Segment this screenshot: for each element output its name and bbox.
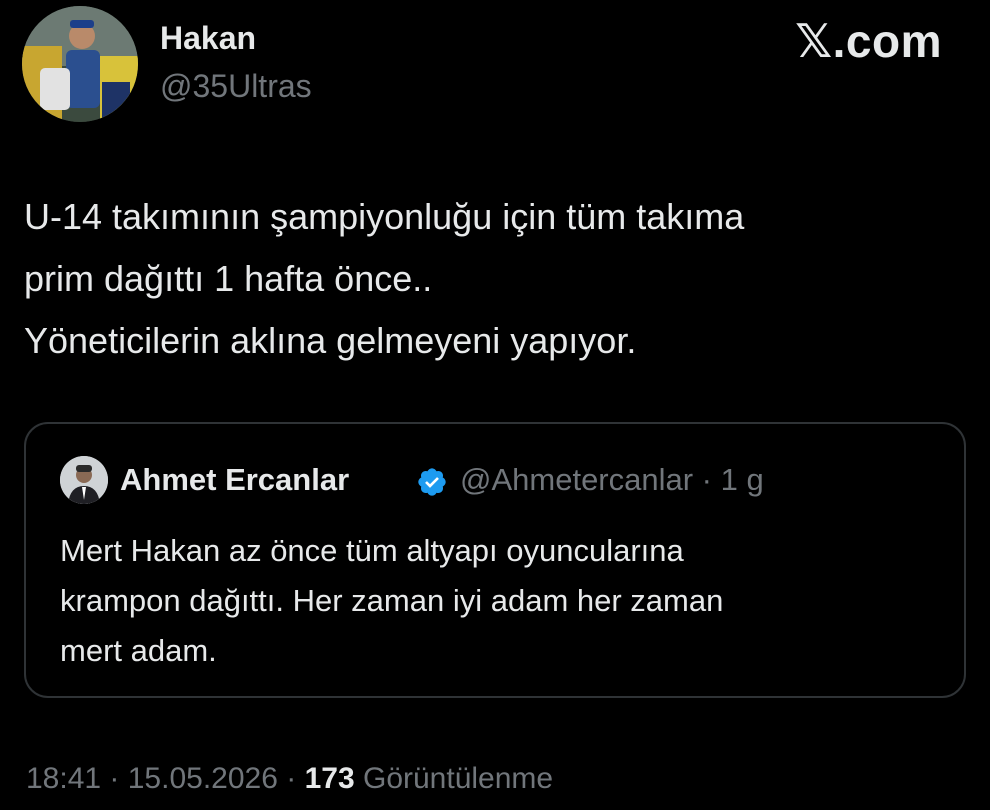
quote-line: mert adam. xyxy=(60,633,217,668)
tweet-date[interactable]: 15.05.2026 xyxy=(128,762,278,795)
quote-text: Mert Hakan az önce tüm altyapı oyuncular… xyxy=(60,526,940,676)
author-handle[interactable]: @35Ultras xyxy=(160,68,312,105)
tweet-meta: 18:41 · 15.05.2026 · 173 Görüntülenme xyxy=(26,762,554,795)
quote-author-avatar[interactable] xyxy=(60,456,108,504)
author-avatar-image xyxy=(22,6,138,122)
quote-line: Mert Hakan az önce tüm altyapı oyuncular… xyxy=(60,533,684,568)
author-avatar[interactable] xyxy=(22,6,138,122)
views-count: 173 xyxy=(304,762,355,795)
author-name[interactable]: Hakan xyxy=(160,20,256,57)
quote-avatar-image xyxy=(60,456,108,504)
tweet-text: U-14 takımının şampiyonluğu için tüm tak… xyxy=(24,186,954,372)
tweet-line: prim dağıttı 1 hafta önce.. xyxy=(24,258,433,299)
tweet-line: Yöneticilerin aklına gelmeyeni yapıyor. xyxy=(24,320,637,361)
quote-author-name[interactable]: Ahmet Ercanlar xyxy=(120,462,349,498)
tweet-line: U-14 takımının şampiyonluğu için tüm tak… xyxy=(24,196,745,237)
x-logo: 𝕏.com xyxy=(795,15,942,67)
quote-author-handle-time[interactable]: @Ahmetercanlar · 1 g xyxy=(460,462,764,498)
quote-time: 1 g xyxy=(720,462,764,497)
views-label: Görüntülenme xyxy=(362,762,554,795)
verified-badge-icon xyxy=(418,468,446,496)
tweet-time[interactable]: 18:41 xyxy=(26,762,101,795)
quote-line: krampon dağıttı. Her zaman iyi adam her … xyxy=(60,583,724,618)
quote-tweet-card[interactable]: Ahmet Ercanlar @Ahmetercanlar · 1 g Mert… xyxy=(24,422,966,698)
quote-handle: @Ahmetercanlar xyxy=(460,462,694,497)
